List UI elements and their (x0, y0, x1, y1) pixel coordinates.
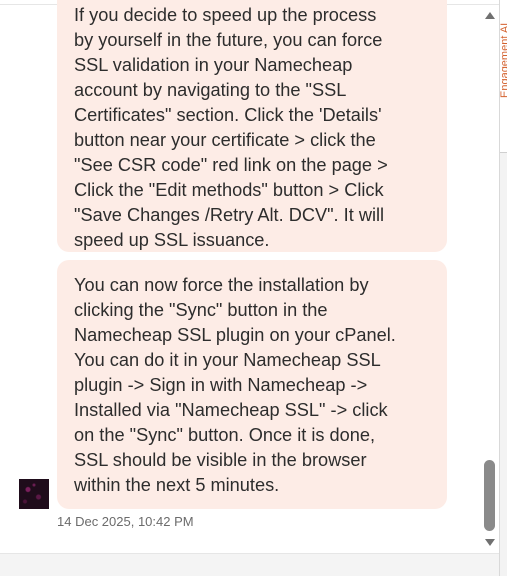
message-line: You can do it in your Namecheap SSL (74, 350, 381, 370)
message-line: button near your certificate > click the (74, 130, 376, 150)
message-line: on the "Sync" button. Once it is done, (74, 425, 376, 445)
scroll-thumb[interactable] (484, 460, 495, 531)
message-line: Installed via "Namecheap SSL" -> click (74, 400, 388, 420)
message-bubble: You can now force the installation by cl… (57, 260, 447, 509)
chat-footer (0, 553, 499, 576)
scroll-down-arrow-icon[interactable] (485, 539, 495, 546)
message-bubble: If you decide to speed up the process by… (57, 0, 447, 252)
message-line: account by navigating to the "SSL (74, 80, 347, 100)
message-line: You can now force the installation by (74, 275, 369, 295)
message-line: within the next 5 minutes. (74, 475, 280, 495)
message-line: by yourself in the future, you can force (74, 30, 383, 50)
message-line: SSL validation in your Namecheap (74, 55, 353, 75)
message-line: If you decide to speed up the process (74, 5, 377, 25)
message-line: plugin -> Sign in with Namecheap -> (74, 375, 368, 395)
message-line: "Save Changes /Retry Alt. DCV". It will (74, 205, 385, 225)
side-tab-engagement[interactable]: Engagement AI (500, 0, 507, 153)
message-line: SSL should be visible in the browser (74, 450, 367, 470)
scroll-up-arrow-icon[interactable] (485, 12, 495, 19)
message-line: Click the "Edit methods" button > Click (74, 180, 384, 200)
side-tab-label: Engagement AI (499, 22, 507, 98)
side-panel: Engagement AI (499, 0, 507, 576)
message-line: "See CSR code" red link on the page > (74, 155, 388, 175)
message-line: Namecheap SSL plugin on your cPanel. (74, 325, 396, 345)
chat-scrollbar[interactable] (481, 8, 499, 550)
message-timestamp: 14 Dec 2025, 10:42 PM (57, 514, 194, 529)
message-line: Certificates" section. Click the 'Detail… (74, 105, 382, 125)
message-line: clicking the "Sync" button in the (74, 300, 328, 320)
avatar (19, 479, 49, 509)
chat-transcript: If you decide to speed up the process by… (0, 0, 499, 553)
message-line: speed up SSL issuance. (74, 230, 270, 250)
